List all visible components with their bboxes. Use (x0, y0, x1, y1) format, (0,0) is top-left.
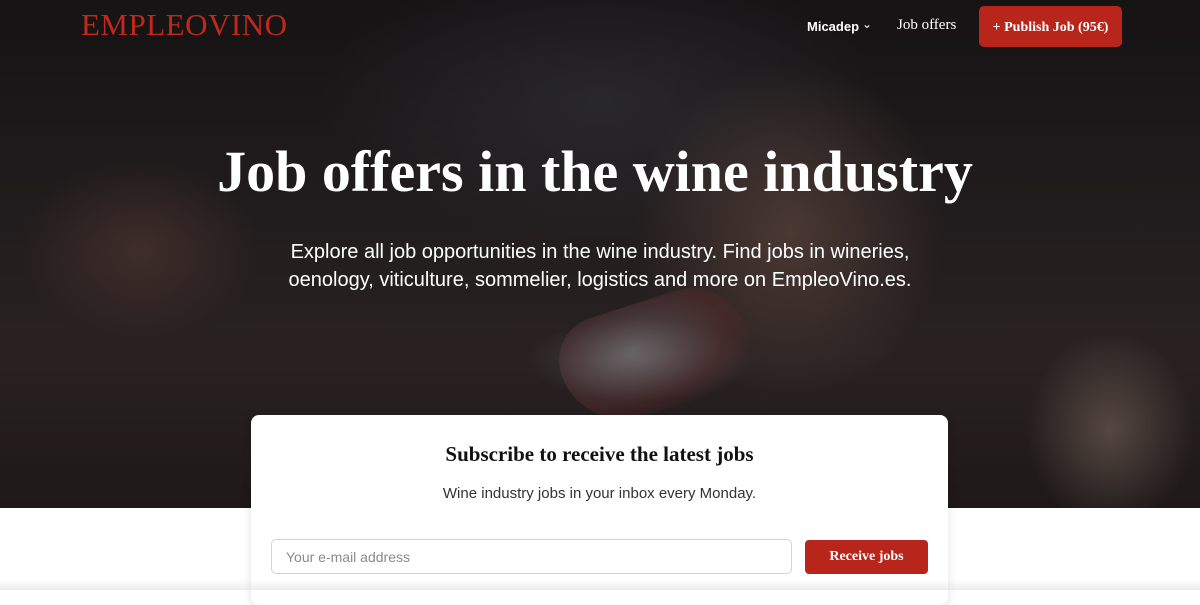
subscribe-title: Subscribe to receive the latest jobs (445, 442, 754, 466)
chevron-down-icon[interactable]: ⌄ (862, 17, 872, 31)
page-title: Job offers in the wine industry (217, 139, 973, 204)
page-divider (0, 580, 1200, 590)
email-input[interactable] (271, 539, 792, 574)
receive-jobs-button[interactable]: Receive jobs (805, 540, 928, 574)
nav-job-offers-link[interactable]: Job offers (897, 17, 956, 34)
top-navbar: EMPLEOVINO Micadep ⌄ Job offers + Publis… (0, 0, 1200, 54)
hero-description: Explore all job opportunities in the win… (288, 241, 912, 291)
site-logo[interactable]: EMPLEOVINO (81, 7, 288, 43)
publish-job-button[interactable]: + Publish Job (95€) (979, 6, 1122, 47)
subscribe-subtitle: Wine industry jobs in your inbox every M… (442, 485, 757, 502)
user-menu[interactable]: Micadep (807, 19, 859, 34)
subscribe-card: Subscribe to receive the latest jobs Win… (251, 415, 948, 605)
